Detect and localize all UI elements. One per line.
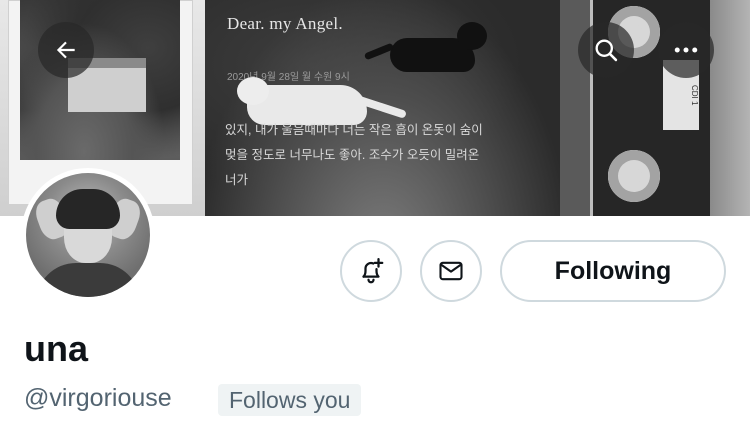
banner-letter-image: Dear. my Angel. 2020년 9월 28일 월 수원 9시 있지,… [205, 0, 560, 216]
back-arrow-icon [56, 41, 75, 59]
avatar-image [26, 173, 150, 297]
username-handle: @virgoriouse [24, 384, 172, 412]
notifications-button[interactable] [340, 240, 402, 302]
poem-line: 멎을 정도로 너무나도 좋아. 조수가 오듯이 밀려온 [225, 148, 480, 162]
search-icon [595, 39, 618, 62]
follows-you-badge: Follows you [218, 384, 362, 416]
avatar[interactable] [21, 168, 155, 302]
more-icon [674, 47, 698, 53]
envelope-icon [439, 261, 463, 281]
poem-line: 너가 [225, 173, 249, 187]
banner-letter-text: 있지, 내가 울음때마다 너는 작은 흡이 온돗이 숨이 멎을 정도로 너무나도… [225, 118, 515, 193]
search-button[interactable] [578, 22, 634, 78]
banner-letter-title: Dear. my Angel. [227, 14, 343, 33]
poem-line: 있지, 내가 울음때마다 너는 작은 흡이 온돗이 숨이 [225, 123, 483, 137]
message-button[interactable] [420, 240, 482, 302]
cassette-reel [608, 150, 660, 202]
back-button[interactable] [38, 22, 94, 78]
more-options-button[interactable] [658, 22, 714, 78]
display-name: una [24, 328, 89, 369]
black-cat-image [363, 22, 487, 72]
bell-plus-icon [362, 258, 384, 284]
following-button[interactable]: Following [500, 240, 726, 302]
polaroid-picture [20, 0, 180, 160]
